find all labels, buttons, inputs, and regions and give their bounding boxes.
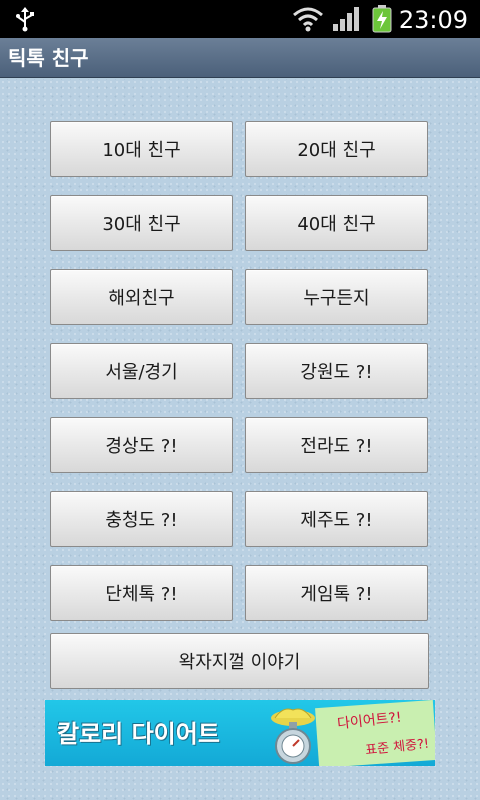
group-talk-button[interactable]: 단체톡 ?! — [50, 565, 233, 621]
banner-headline: 칼로리 다이어트 — [57, 720, 220, 748]
wifi-icon — [292, 6, 324, 36]
forties-friends-button[interactable]: 40대 친구 — [245, 195, 428, 251]
ad-banner[interactable]: 칼로리 다이어트 다이어트?! 표준 체중?! — [45, 700, 435, 766]
seoul-gyeonggi-button[interactable]: 서울/경기 — [50, 343, 233, 399]
gyeongsang-button[interactable]: 경상도 ?! — [50, 417, 233, 473]
chatter-story-button[interactable]: 왁자지껄 이야기 — [50, 633, 429, 689]
gangwon-button[interactable]: 강원도 ?! — [245, 343, 428, 399]
chungcheong-button[interactable]: 충청도 ?! — [50, 491, 233, 547]
page-title: 틱톡 친구 — [8, 46, 89, 70]
signal-icon — [332, 6, 360, 36]
game-talk-button[interactable]: 게임톡 ?! — [245, 565, 428, 621]
overseas-friends-button[interactable]: 해외친구 — [50, 269, 233, 325]
anyone-button[interactable]: 누구든지 — [245, 269, 428, 325]
battery-charging-icon — [372, 5, 392, 37]
usb-icon — [14, 6, 36, 36]
teens-friends-button[interactable]: 10대 친구 — [50, 121, 233, 177]
title-bar: 틱톡 친구 — [0, 38, 480, 78]
status-bar: 23:09 — [0, 0, 480, 38]
thirties-friends-button[interactable]: 30대 친구 — [50, 195, 233, 251]
status-time: 23:09 — [398, 6, 468, 34]
scale-icon — [263, 704, 323, 766]
jeju-button[interactable]: 제주도 ?! — [245, 491, 428, 547]
jeolla-button[interactable]: 전라도 ?! — [245, 417, 428, 473]
twenties-friends-button[interactable]: 20대 친구 — [245, 121, 428, 177]
